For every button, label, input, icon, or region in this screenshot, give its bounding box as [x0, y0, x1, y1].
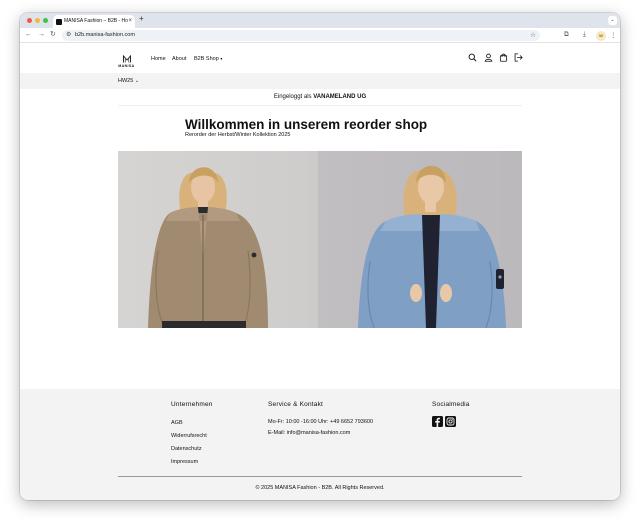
footer-link-agb[interactable]: AGB: [171, 420, 183, 426]
bookmark-star-icon[interactable]: ☆: [530, 30, 536, 41]
site-logo[interactable]: MANISA: [118, 55, 135, 68]
nav-home[interactable]: Home: [151, 56, 166, 62]
browser-toolbar: ← → ↻ ⚙ b2b.manisa-fashion.com ☆ ⧉ ⤓ W ⋮: [20, 28, 620, 43]
search-icon[interactable]: [468, 53, 477, 62]
dropdown-caret-icon: ▾: [220, 56, 223, 61]
address-bar[interactable]: ⚙ b2b.manisa-fashion.com ☆: [62, 30, 540, 41]
logo-text: MANISA: [118, 64, 135, 68]
new-tab-button[interactable]: +: [139, 14, 144, 23]
logout-icon[interactable]: [514, 53, 523, 62]
web-page: MANISA Home About B2B Shop ▾ HW25 ⌄ Eing…: [20, 44, 620, 500]
tab-close-button[interactable]: ×: [128, 15, 132, 28]
tab-search-chevron-icon[interactable]: ⌄: [608, 16, 617, 25]
download-icon[interactable]: ⤓: [583, 31, 586, 39]
footer-company-heading: Unternehmen: [171, 401, 213, 408]
nav-b2b-shop-label: B2B Shop: [194, 56, 219, 62]
logged-in-user: VANAMELAND UG: [313, 94, 367, 100]
hero-image: [118, 151, 522, 328]
tab-bar: MANISA Fashion – B2B - Ho × + ⌄: [20, 13, 620, 28]
footer-link-impressum[interactable]: Impressum: [171, 459, 198, 465]
browser-window: MANISA Fashion – B2B - Ho × + ⌄ ← → ↻ ⚙ …: [20, 13, 620, 500]
account-user-icon[interactable]: [484, 53, 493, 62]
nav-about[interactable]: About: [172, 56, 186, 62]
back-arrow-icon[interactable]: ←: [25, 29, 32, 41]
content-divider: [118, 105, 522, 106]
footer-service-heading: Service & Kontakt: [268, 401, 324, 408]
page-title: Willkommen in unserem reorder shop: [185, 117, 428, 132]
nav-b2b-shop[interactable]: B2B Shop ▾: [194, 56, 222, 62]
extensions-puzzle-icon[interactable]: ⧉: [564, 31, 569, 39]
season-label: HW25: [118, 78, 134, 84]
footer-divider: [118, 476, 522, 477]
reload-icon[interactable]: ↻: [50, 29, 56, 41]
minimize-window-button[interactable]: [35, 17, 40, 23]
tab-title: MANISA Fashion – B2B - Ho: [64, 18, 128, 24]
page-subtitle: Rerorder der Herbst/Winter Kollektion 20…: [185, 132, 291, 138]
footer-copyright: © 2025 MANISA Fashion - B2B. All Rights …: [255, 485, 385, 491]
instagram-icon[interactable]: [445, 416, 456, 427]
shopping-bag-icon[interactable]: [499, 53, 508, 62]
site-favicon-icon: [56, 18, 62, 25]
season-bar: HW25 ⌄: [20, 73, 620, 89]
menu-kebab-icon[interactable]: ⋮: [610, 31, 617, 39]
active-tab[interactable]: MANISA Fashion – B2B - Ho ×: [53, 15, 135, 28]
footer-link-datenschutz[interactable]: Datenschutz: [171, 446, 202, 452]
facebook-icon[interactable]: [432, 416, 443, 427]
forward-arrow-icon[interactable]: →: [38, 29, 45, 41]
close-window-button[interactable]: [27, 17, 32, 23]
maximize-window-button[interactable]: [43, 17, 48, 23]
footer-link-widerrufsrecht[interactable]: Widerrufsrecht: [171, 433, 207, 439]
logged-in-status: Eingeloggt als VANAMELAND UG: [20, 94, 620, 100]
manisa-logo-mark-icon: [122, 55, 131, 63]
url-text: b2b.manisa-fashion.com: [75, 32, 135, 38]
footer-social-heading: Socialmedia: [432, 401, 470, 408]
site-footer: Unternehmen AGB Widerrufsrecht Datenschu…: [20, 389, 620, 500]
logged-in-prefix: Eingeloggt als: [273, 94, 312, 100]
footer-email[interactable]: E-Mail: info@manisa-fashion.com: [268, 430, 350, 436]
season-selector[interactable]: HW25 ⌄: [118, 78, 139, 84]
site-info-icon[interactable]: ⚙: [66, 30, 71, 41]
profile-avatar[interactable]: W: [596, 30, 606, 41]
chevron-down-icon: ⌄: [134, 78, 140, 84]
hero-models-illustration: [148, 151, 522, 328]
footer-phone: Mo-Fr: 10:00 -16:00 Uhr: +49 6652 793600: [268, 419, 374, 425]
site-header: MANISA Home About B2B Shop ▾: [20, 44, 620, 73]
